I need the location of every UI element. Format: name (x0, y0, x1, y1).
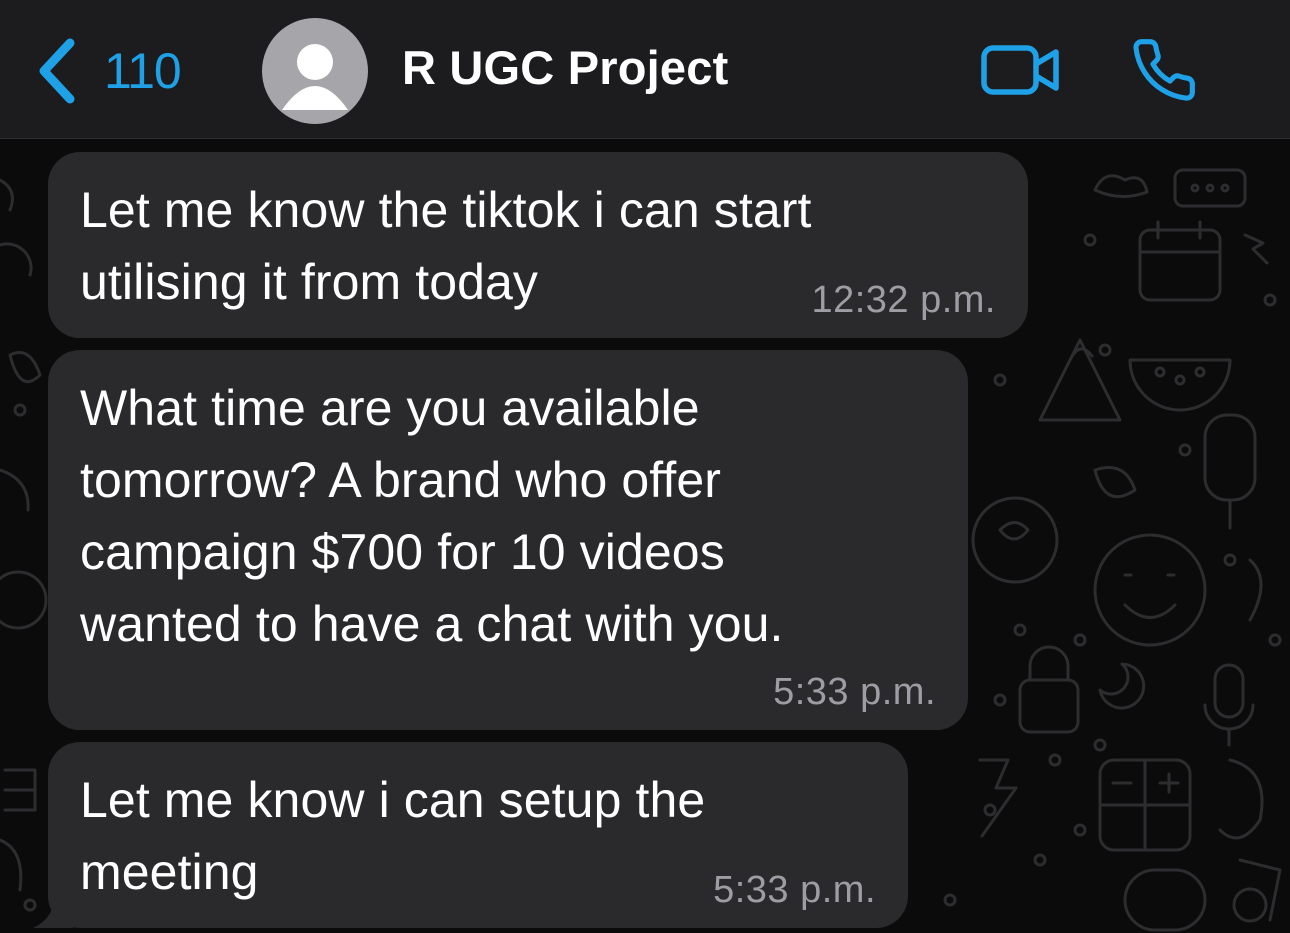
person-silhouette-icon (282, 44, 348, 110)
unread-count: 110 (104, 43, 182, 99)
back-button[interactable]: 110 (36, 28, 182, 114)
bubble-tail (33, 892, 73, 928)
message-bubble[interactable]: What time are you available tomorrow? A … (48, 350, 968, 730)
chat-title[interactable]: R UGC Project (402, 40, 728, 95)
chevron-left-icon (39, 38, 75, 104)
message-timestamp: 5:33 p.m. (773, 671, 936, 713)
message-bubble[interactable]: Let me know the tiktok i can start utili… (48, 152, 1028, 338)
message-timestamp: 5:33 p.m. (713, 869, 876, 911)
avatar[interactable] (262, 18, 368, 124)
video-call-button[interactable] (980, 42, 1062, 103)
message-bubble[interactable]: Let me know i can setup the meeting 5:33… (48, 742, 908, 928)
video-camera-icon (981, 45, 1059, 95)
chat-header: 110 R UGC Project (0, 0, 1290, 139)
phone-icon (1133, 39, 1195, 101)
voice-call-button[interactable] (1130, 36, 1198, 109)
message-text: What time are you available tomorrow? A … (80, 380, 784, 652)
message-timestamp: 12:32 p.m. (811, 279, 996, 321)
